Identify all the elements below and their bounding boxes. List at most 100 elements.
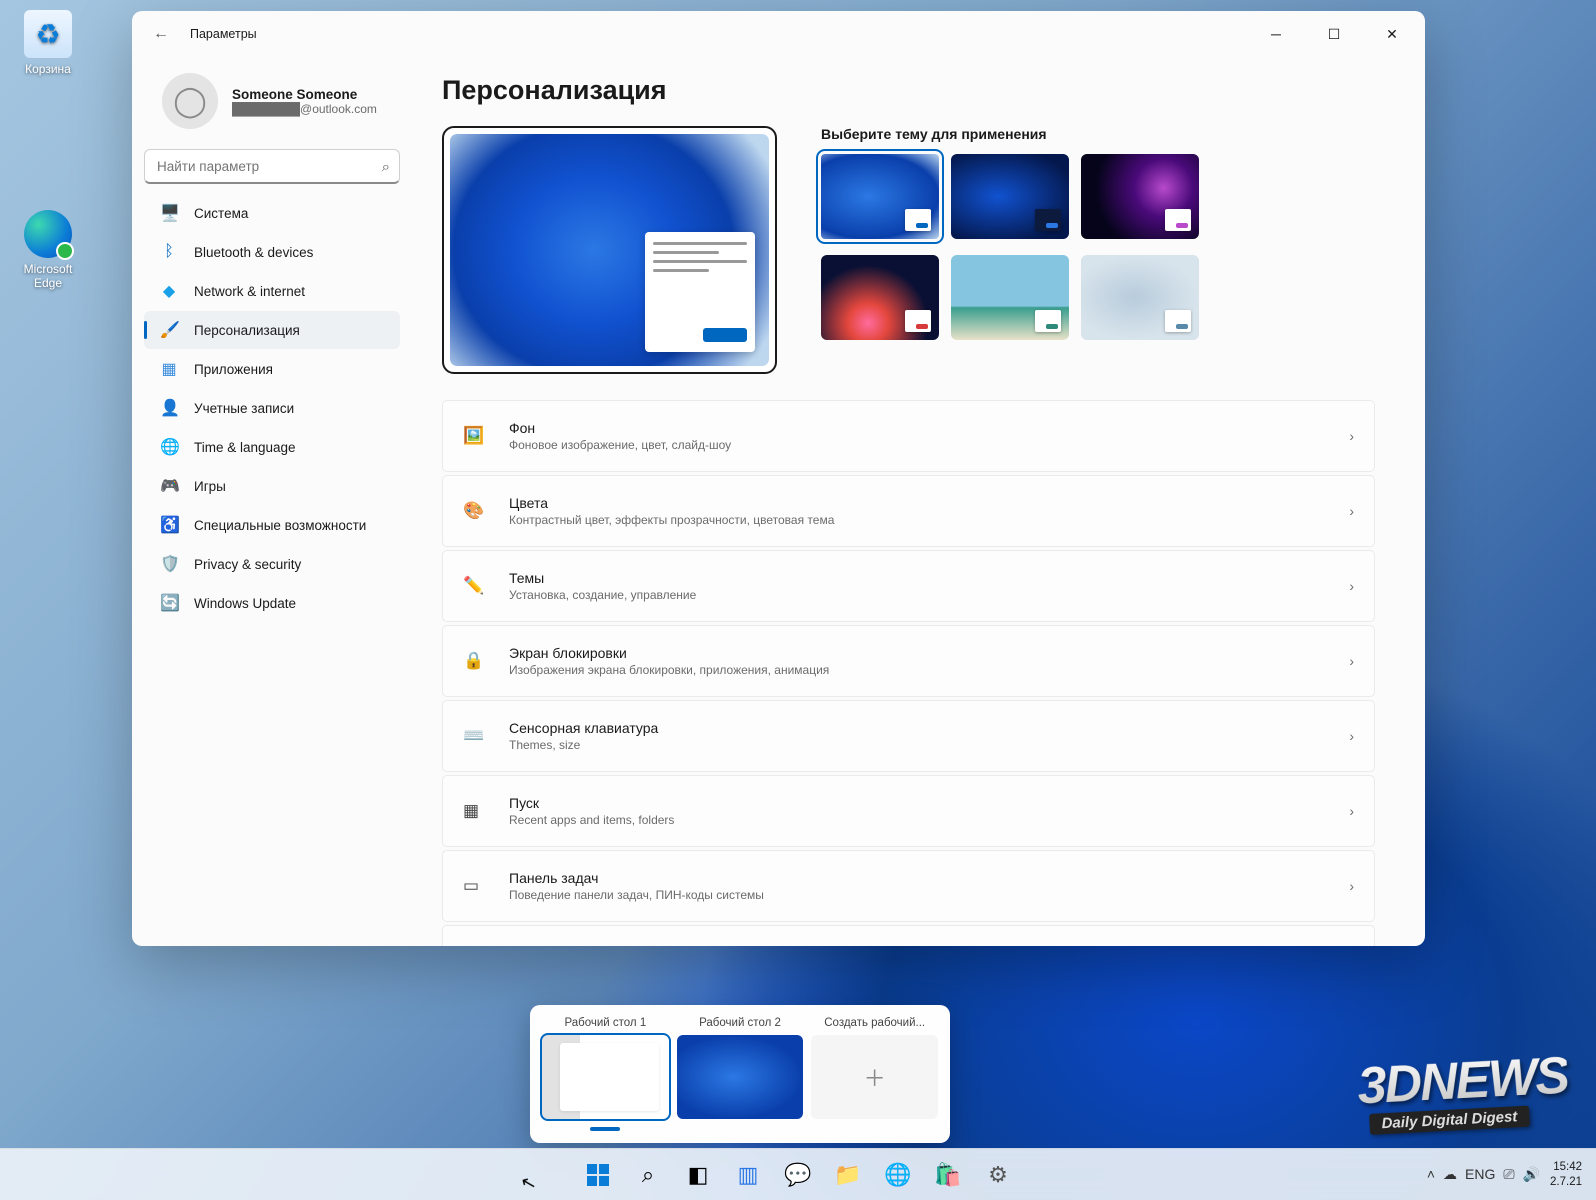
volume-icon[interactable]: 🔊: [1523, 1166, 1540, 1183]
nav-label: Персонализация: [194, 323, 300, 338]
card-icon: ▦: [463, 801, 487, 821]
nav-label: Игры: [194, 479, 226, 494]
recycle-bin-desktop-icon[interactable]: ♻ Корзина: [10, 10, 86, 76]
sidebar-item-5[interactable]: 👤 Учетные записи: [144, 389, 400, 427]
sidebar-item-6[interactable]: 🌐 Time & language: [144, 428, 400, 466]
card-title: Пуск: [509, 795, 674, 811]
chevron-right-icon: ›: [1349, 803, 1354, 819]
settings-window: ← Параметры ─ ☐ ✕ ◯ Someone Someone ████…: [132, 11, 1425, 946]
nav-label: Специальные возможности: [194, 518, 366, 533]
card-desc: Recent apps and items, folders: [509, 813, 674, 827]
card-title: Экран блокировки: [509, 645, 829, 661]
nav-icon: 🖌️: [160, 320, 178, 340]
network-icon[interactable]: ⎚: [1503, 1166, 1514, 1183]
theme-option-6[interactable]: [1081, 255, 1199, 340]
edge-taskbar-icon[interactable]: 🌐: [876, 1153, 920, 1197]
user-account[interactable]: ◯ Someone Someone ████████@outlook.com: [138, 63, 406, 149]
card-desc: Поведение панели задач, ПИН-коды системы: [509, 888, 764, 902]
widgets-button[interactable]: ▥: [726, 1153, 770, 1197]
sidebar-item-0[interactable]: 🖥️Система: [144, 194, 400, 232]
task-view-button[interactable]: ◧: [676, 1153, 720, 1197]
edge-desktop-icon[interactable]: Microsoft Edge: [10, 210, 86, 290]
sidebar-item-10[interactable]: 🔄Windows Update: [144, 584, 400, 622]
card-icon: 🎨: [463, 501, 487, 521]
virtual-desktop-2[interactable]: Рабочий стол 2: [677, 1017, 804, 1131]
task-view-popup: Рабочий стол 1 Рабочий стол 2 Создать ра…: [530, 1005, 950, 1143]
nav-label: Time & language: [194, 440, 296, 455]
watermark-brand: 3DNEWS: [1356, 1046, 1569, 1117]
card-title: Панель задач: [509, 870, 764, 886]
nav-list: 🖥️СистемаᛒBluetooth & devices◆Network & …: [138, 194, 406, 622]
chevron-right-icon: ›: [1349, 878, 1354, 894]
system-tray[interactable]: ˄ ☁ ENG ⎚ 🔊 15:42 2.7.21: [1427, 1160, 1596, 1189]
card-icon: ⌨️: [463, 726, 487, 746]
chevron-right-icon: ›: [1349, 503, 1354, 519]
settings-taskbar-icon[interactable]: ⚙: [976, 1153, 1020, 1197]
sidebar-item-9[interactable]: 🛡️Privacy & security: [144, 545, 400, 583]
user-email: ████████@outlook.com: [232, 102, 377, 116]
settings-card-2[interactable]: ✏️ТемыУстановка, создание, управление›: [442, 550, 1375, 622]
sidebar-item-7[interactable]: 🎮 Игры: [144, 467, 400, 505]
taskbar-search-icon[interactable]: ⌕: [626, 1153, 670, 1197]
plus-icon: ＋: [811, 1035, 938, 1119]
onedrive-icon[interactable]: ☁: [1443, 1166, 1457, 1183]
store-button[interactable]: 🛍️: [926, 1153, 970, 1197]
minimize-button[interactable]: ─: [1247, 11, 1305, 57]
desktop-thumb-1: [542, 1035, 669, 1119]
theme-option-1[interactable]: [821, 154, 939, 239]
card-desc: Themes, size: [509, 738, 658, 752]
nav-icon: 👤: [160, 398, 178, 418]
card-icon: 🖼️: [463, 426, 487, 446]
tray-chevron-icon[interactable]: ˄: [1427, 1166, 1435, 1183]
nav-label: Система: [194, 206, 248, 221]
add-virtual-desktop[interactable]: Создать рабочий... ＋: [811, 1017, 938, 1131]
settings-card-6[interactable]: ▭Панель задачПоведение панели задач, ПИН…: [442, 850, 1375, 922]
maximize-button[interactable]: ☐: [1305, 11, 1363, 57]
settings-card-5[interactable]: ▦ Пуск Recent apps and items, folders ›: [442, 775, 1375, 847]
wallpaper-preview[interactable]: [442, 126, 777, 374]
chevron-right-icon: ›: [1349, 578, 1354, 594]
nav-icon: 🎮: [160, 476, 178, 496]
chat-button[interactable]: 💬: [776, 1153, 820, 1197]
chevron-right-icon: ›: [1349, 653, 1354, 669]
theme-option-2[interactable]: [951, 154, 1069, 239]
card-desc: Изображения экрана блокировки, приложени…: [509, 663, 829, 677]
nav-label: Учетные записи: [194, 401, 294, 416]
search-box[interactable]: ⌕: [144, 149, 400, 184]
file-explorer-button[interactable]: 📁: [826, 1153, 870, 1197]
sidebar-item-4[interactable]: ▦Приложения: [144, 350, 400, 388]
desktop-thumb-2: [677, 1035, 804, 1119]
settings-card-3[interactable]: 🔒Экран блокировкиИзображения экрана блок…: [442, 625, 1375, 697]
card-desc: Фоновое изображение, цвет, слайд-шоу: [509, 438, 731, 452]
card-title: Цвета: [509, 495, 834, 511]
language-indicator[interactable]: ENG: [1465, 1166, 1495, 1183]
page-title: Персонализация: [442, 75, 1375, 106]
recycle-icon: ♻: [24, 10, 72, 58]
clock[interactable]: 15:42 2.7.21: [1550, 1160, 1582, 1189]
edge-icon: [24, 210, 72, 258]
settings-card-7[interactable]: AᴀШрифты›: [442, 925, 1375, 946]
virtual-desktop-1[interactable]: Рабочий стол 1: [542, 1017, 669, 1131]
sidebar-item-2[interactable]: ◆Network & internet: [144, 272, 400, 310]
search-input[interactable]: [144, 149, 400, 184]
close-button[interactable]: ✕: [1363, 11, 1421, 57]
themes-heading: Выберите тему для применения: [821, 126, 1199, 142]
back-button[interactable]: ←: [146, 19, 176, 49]
sidebar-item-8[interactable]: ♿Специальные возможности: [144, 506, 400, 544]
settings-card-0[interactable]: 🖼️ Фон Фоновое изображение, цвет, слайд-шо…: [442, 400, 1375, 472]
chevron-right-icon: ›: [1349, 728, 1354, 744]
nav-icon: ▦: [160, 359, 178, 379]
sidebar-item-3[interactable]: 🖌️ Персонализация: [144, 311, 400, 349]
nav-icon: 🌐: [160, 437, 178, 457]
sidebar-item-1[interactable]: ᛒBluetooth & devices: [144, 233, 400, 271]
card-title: Фон: [509, 420, 731, 436]
start-button[interactable]: [576, 1153, 620, 1197]
sidebar: ◯ Someone Someone ████████@outlook.com ⌕…: [132, 57, 412, 946]
card-title: Темы: [509, 570, 696, 586]
theme-option-5[interactable]: [951, 255, 1069, 340]
nav-icon: ◆: [160, 281, 178, 301]
settings-card-4[interactable]: ⌨️Сенсорная клавиатураThemes, size›: [442, 700, 1375, 772]
theme-option-3[interactable]: [1081, 154, 1199, 239]
theme-option-4[interactable]: [821, 255, 939, 340]
settings-card-1[interactable]: 🎨ЦветаКонтрастный цвет, эффекты прозрачн…: [442, 475, 1375, 547]
